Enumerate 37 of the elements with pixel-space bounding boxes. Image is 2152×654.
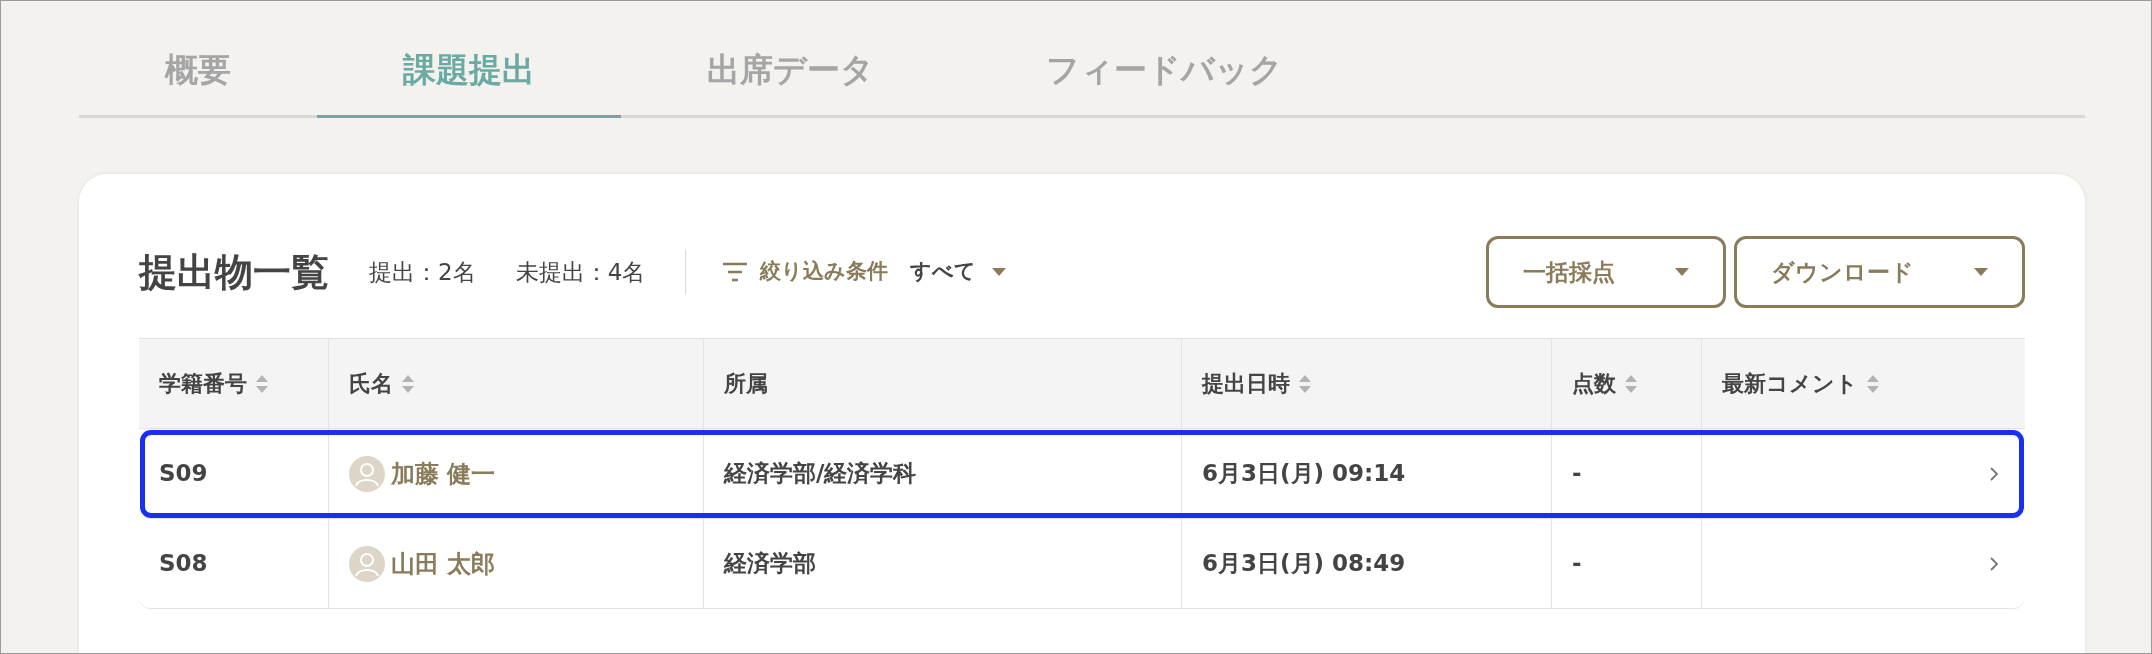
column-header: 提出日時 [1182,339,1552,428]
filter-dropdown[interactable]: すべて [910,256,1007,288]
not-submitted-count: 未提出：4名 [515,257,646,287]
student-name-link[interactable]: 加藤 健一 [391,455,496,492]
tab[interactable]: 課題提出 [317,35,621,118]
tab[interactable]: フィードバック [960,35,1369,118]
dropdown-button[interactable]: ダウンロード [1734,236,2025,308]
table-cell: S09 [139,429,329,518]
submitted-count: 提出：2名 [369,257,476,287]
table-cell: 経済学部 [704,519,1182,608]
table-cell: 6月3日(月) 09:14 [1182,429,1552,518]
column-header: 所属 [704,339,1182,428]
filter-icon [722,262,749,282]
caret-icon [1974,268,1988,276]
caret-icon [1675,268,1689,276]
chevron-right-icon[interactable] [1989,555,1999,572]
filter-label: 絞り込み条件 [760,258,889,286]
column-header: 最新コメント [1702,339,2025,428]
table-cell: 6月3日(月) 08:49 [1182,519,1552,608]
tab[interactable]: 概要 [79,35,317,118]
avatar-icon [349,455,385,492]
tab[interactable]: 出席データ [621,35,960,118]
dropdown-button[interactable]: 一括採点 [1486,236,1726,308]
table-cell: S08 [139,519,329,608]
chevron-right-icon[interactable] [1989,465,1999,482]
panel-title: 提出物一覧 [139,248,329,296]
table-cell: - [1552,429,1702,518]
column-header: 氏名 [329,339,704,428]
column-header: 点数 [1552,339,1702,428]
student-name-link[interactable]: 山田 太郎 [391,545,496,582]
column-header: 学籍番号 [139,339,329,428]
table-cell: 経済学部/経済学科 [704,429,1182,518]
avatar-icon [349,545,385,582]
table-row[interactable]: S08 山田 太郎 経済学部 6月3日(月) 08:49 - [139,519,2025,609]
table-cell: - [1552,519,1702,608]
caret-icon [992,268,1007,276]
table-row[interactable]: S09 加藤 健一 経済学部/経済学科 6月3日(月) 09:14 - [139,429,2025,519]
